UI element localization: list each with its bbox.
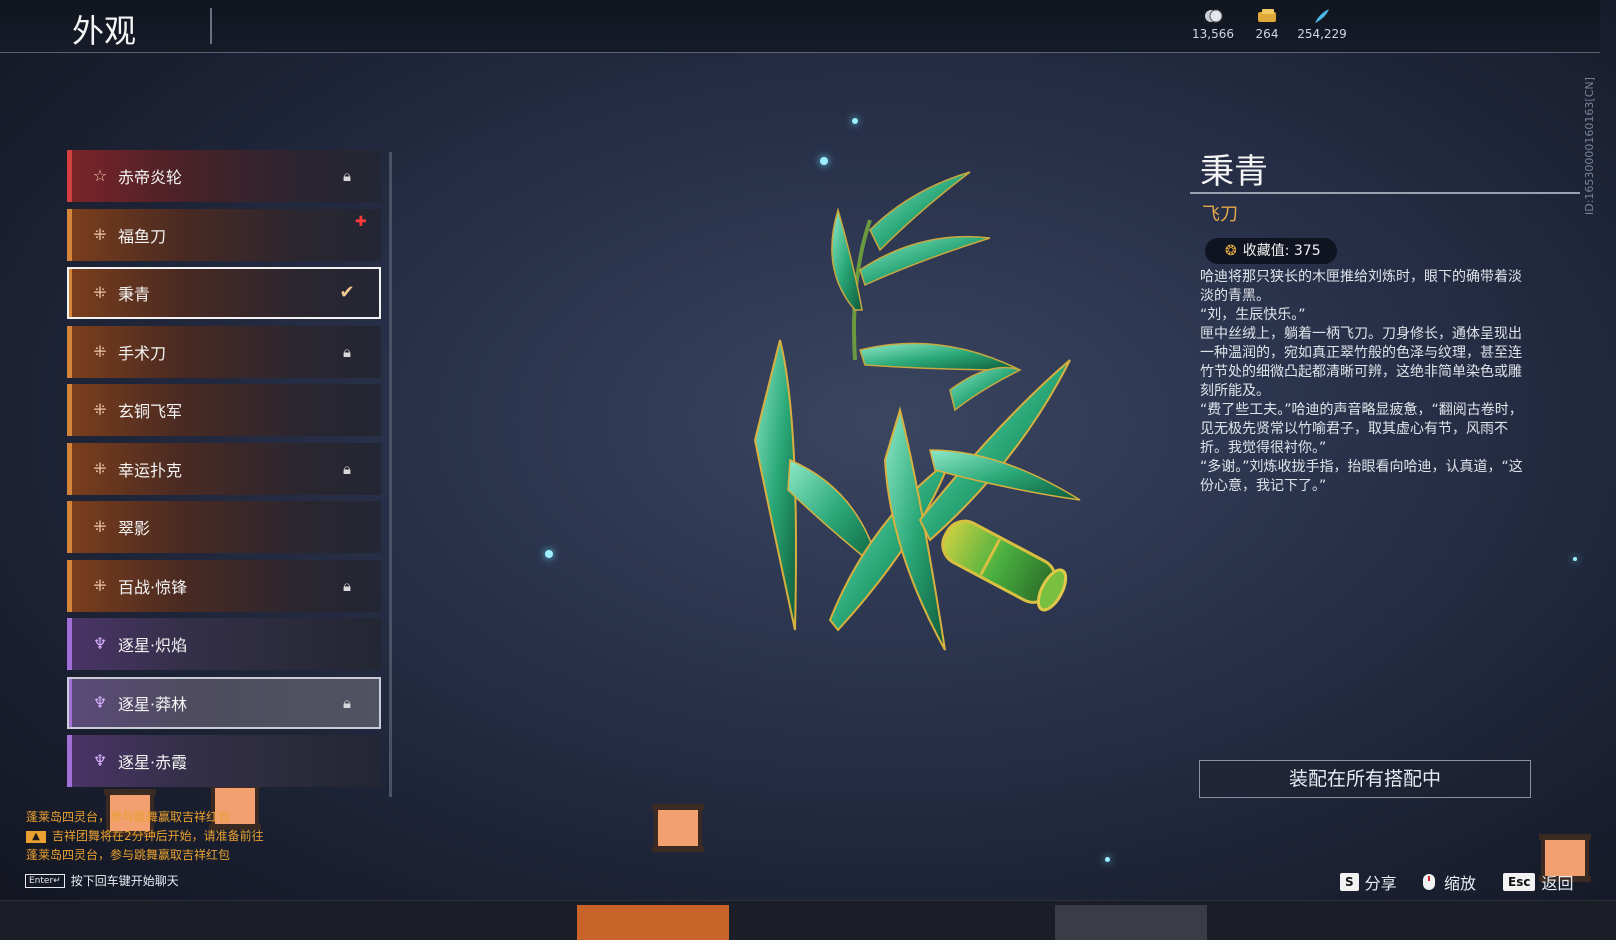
list-item[interactable]: ♆ 逐星·炽焰 [67, 618, 381, 670]
item-preview-model[interactable] [720, 160, 1120, 680]
zoom-hint[interactable]: 缩放 [1420, 870, 1476, 894]
chat-input-hint[interactable]: Enter↵ 按下回车键开始聊天 [25, 872, 179, 889]
sparkle-effect [545, 550, 553, 558]
chat-message: 蓬莱岛四灵台，参与跳舞赢取吉祥红包 [26, 810, 231, 824]
list-item-name: 赤帝炎轮 [118, 168, 183, 187]
taskbar-app[interactable] [1055, 905, 1207, 940]
list-item[interactable]: ⁜ 幸运扑克 🔒︎ [67, 442, 381, 495]
sparkle-effect [1573, 557, 1577, 561]
page-title: 外观 [72, 12, 137, 50]
back-label: 返回 [1541, 874, 1574, 893]
collection-value: 收藏值: 375 [1242, 243, 1321, 259]
lock-icon: 🔒︎ [343, 167, 351, 185]
lantern-decoration [652, 804, 704, 852]
item-description: 哈迪将那只狭长的木匣推给刘炼时，眼下的确带着淡淡的青黑。 “刘，生辰快乐。” 匣… [1200, 268, 1535, 496]
sparkle-effect [852, 118, 858, 124]
share-hint[interactable]: S 分享 [1340, 870, 1397, 894]
list-item-hovered[interactable]: ♆ 逐星·莽林 🔒︎ [67, 676, 381, 729]
new-badge-icon: ✚ [355, 213, 367, 230]
os-taskbar [0, 900, 1616, 940]
checkmark-icon: ✔ [339, 282, 355, 303]
currency-tickets-value: 264 [1255, 27, 1279, 41]
list-item-name: 逐星·炽焰 [118, 636, 188, 655]
collection-value-badge: ❂ 收藏值: 375 [1205, 238, 1337, 264]
currency-feathers-value: 254,229 [1297, 27, 1347, 41]
list-item-name: 手术刀 [118, 343, 167, 363]
list-item-name: 逐星·赤霞 [118, 753, 188, 772]
list-scrollbar[interactable] [389, 152, 392, 797]
cross-quality-icon: ⁜ [93, 458, 107, 478]
feather-icon [1315, 9, 1329, 23]
taskbar-app-active[interactable] [577, 905, 729, 940]
list-item[interactable]: ☆ 赤帝炎轮 🔒︎ [67, 150, 381, 202]
list-item[interactable]: ♆ 逐星·赤霞 [67, 735, 381, 787]
description-paragraph: 匣中丝绒上，躺着一柄飞刀。刀身修长，通体呈现出一种温润的，宛如真正翠竹般的色泽与… [1200, 326, 1522, 399]
list-item[interactable]: ⁜ 百战·惊锋 🔒︎ [67, 559, 381, 612]
list-item[interactable]: ⁜ 玄铜飞军 [67, 384, 381, 436]
list-item-name: 逐星·莽林 [118, 694, 188, 714]
sparkle-effect [820, 157, 828, 165]
announcement-icon: ▲ [26, 830, 46, 843]
lock-icon: 🔒︎ [343, 693, 351, 712]
list-item[interactable]: ⁜ 翠影 [67, 501, 381, 553]
cross-quality-icon: ⁜ [93, 400, 107, 419]
sparkle-effect [1105, 857, 1110, 862]
lock-icon: 🔒︎ [343, 459, 351, 478]
trident-quality-icon: ♆ [92, 634, 108, 653]
list-item-name: 翠影 [118, 519, 151, 538]
list-item-name: 幸运扑克 [118, 460, 183, 480]
zoom-label: 缩放 [1444, 874, 1477, 893]
cross-quality-icon: ⁜ [93, 224, 107, 244]
chat-input-label: 按下回车键开始聊天 [70, 874, 179, 888]
star-quality-icon: ☆ [92, 166, 108, 185]
description-paragraph: 哈迪将那只狭长的木匣推给刘炼时，眼下的确带着淡淡的青黑。 [1200, 269, 1522, 304]
player-id: ID:16530000160163[CN] [1583, 77, 1596, 215]
item-type: 飞刀 [1202, 204, 1238, 225]
coin-icon [1205, 9, 1223, 23]
share-label: 分享 [1364, 874, 1397, 893]
esc-key: Esc [1503, 873, 1536, 891]
trident-quality-icon: ♆ [92, 751, 108, 770]
chat-message: 蓬莱岛四灵台，参与跳舞赢取吉祥红包 [26, 848, 231, 862]
title-divider [210, 8, 212, 44]
cross-quality-icon: ⁜ [93, 575, 107, 595]
description-paragraph: “多谢。”刘炼收拢手指，抬眼看向哈迪，认真道，“这份心意，我记下了。” [1200, 459, 1523, 494]
top-bar: 外观 13,566 264 254,229 [0, 0, 1600, 53]
item-title: 秉青 [1200, 152, 1268, 192]
list-item-name: 百战·惊锋 [118, 577, 188, 597]
appearance-item-list[interactable]: ☆ 赤帝炎轮 🔒︎ ⁜ 福鱼刀 ✚ ⁜ 秉青 ✔ ⁜ 手术刀 🔒︎ ⁜ 玄铜飞军… [67, 150, 385, 800]
cross-quality-icon: ⁜ [93, 341, 107, 361]
ticket-icon [1258, 9, 1276, 22]
enter-key: Enter↵ [25, 873, 65, 888]
list-item-name: 玄铜飞军 [118, 402, 183, 421]
list-item[interactable]: ⁜ 福鱼刀 ✚ [67, 208, 381, 261]
lock-icon: 🔒︎ [343, 342, 351, 361]
list-item-name: 秉青 [118, 285, 151, 304]
collection-icon: ❂ [1225, 243, 1237, 259]
list-item[interactable]: ⁜ 手术刀 🔒︎ [67, 325, 381, 378]
chat-message: ▲ 吉祥团舞将在2分钟后开始，请准备前往 [26, 827, 264, 846]
cross-quality-icon: ⁜ [93, 283, 107, 302]
chat-log: 蓬莱岛四灵台，参与跳舞赢取吉祥红包 ▲ 吉祥团舞将在2分钟后开始，请准备前往 蓬莱… [26, 808, 264, 865]
share-key: S [1340, 873, 1359, 891]
cross-quality-icon: ⁜ [93, 517, 107, 536]
list-item-selected[interactable]: ⁜ 秉青 ✔ [67, 267, 381, 319]
currency-feathers: 254,229 [1287, 8, 1357, 41]
list-item-name: 福鱼刀 [118, 226, 167, 246]
currency-coins-value: 13,566 [1192, 27, 1234, 41]
lock-icon: 🔒︎ [343, 576, 351, 595]
trident-quality-icon: ♆ [92, 692, 108, 712]
description-paragraph: “刘，生辰快乐。” [1200, 307, 1306, 323]
equip-all-button[interactable]: 装配在所有搭配中 [1199, 760, 1531, 798]
title-underline [1190, 192, 1580, 194]
mouse-scroll-icon [1423, 874, 1435, 890]
description-paragraph: “费了些工夫。”哈迪的声音略显疲惫，“翻阅古卷时，见无极先贤常以竹喻君子，取其虚… [1200, 402, 1523, 456]
back-hint[interactable]: Esc 返回 [1503, 870, 1573, 894]
